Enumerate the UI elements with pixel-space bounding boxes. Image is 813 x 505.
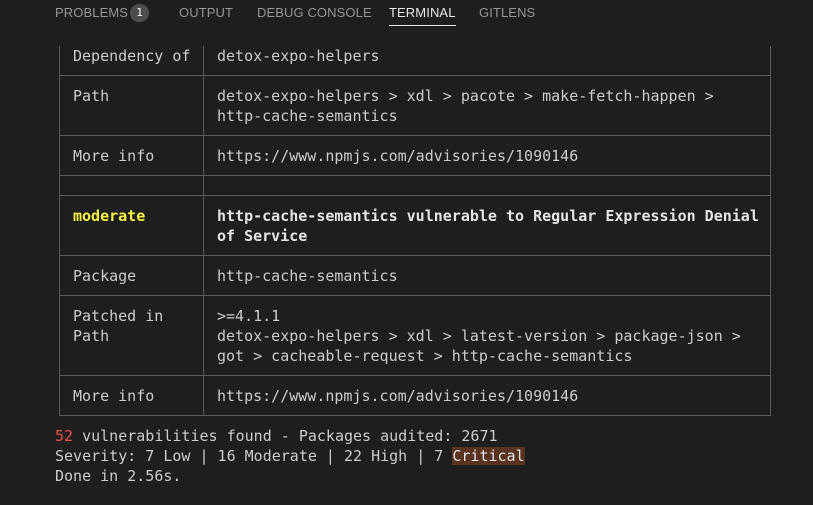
row-label: Path [73,87,110,105]
row-value: http-cache-semantics [217,267,398,285]
vulnerability-count: 52 [55,427,74,445]
row-value: detox-expo-helpers > xdl > pacote > make… [217,87,714,105]
critical-highlight: Critical [452,447,525,465]
row-label: Dependency of [73,47,191,65]
table1-right-border [770,46,771,195]
row-value: detox-expo-helpers [217,47,380,65]
row-value: >=4.1.1 [217,307,281,325]
table2-bottom-border [59,415,771,416]
table2-row-divider [59,255,771,256]
problems-count-badge: 1 [130,4,149,22]
table1-row-divider [59,75,771,76]
done-line: Done in 2.56s. [55,467,182,485]
row-label: Patched in [73,307,164,325]
tab-problems-label: PROBLEMS [55,5,129,20]
table2-column-divider [203,195,204,416]
advisory-title: http-cache-semantics vulnerable to Regul… [217,207,759,225]
tab-problems[interactable]: PROBLEMS [55,0,128,28]
row-label: Path [73,327,110,345]
tab-output[interactable]: OUTPUT [179,0,233,28]
row-value[interactable]: https://www.npmjs.com/advisories/1090146 [217,146,578,166]
table1-column-divider [203,46,204,195]
row-value: detox-expo-helpers > xdl > latest-versio… [217,327,741,345]
severity-text: Severity: 7 Low | 16 Moderate | 22 High … [55,447,453,465]
panel-tab-bar: PROBLEMS 1 OUTPUT DEBUG CONSOLE TERMINAL… [0,0,813,28]
vulnerabilities-text: vulnerabilities found - Packages audited… [73,427,498,445]
row-value-continued: got > cacheable-request > http-cache-sem… [217,347,633,365]
table2-row-divider [59,375,771,376]
active-tab-indicator [389,25,456,26]
row-label: More info [73,147,155,165]
severity-line: Severity: 7 Low | 16 Moderate | 22 High … [55,446,525,466]
table2-top-border [59,195,771,196]
table2-row-divider [59,295,771,296]
terminal-output[interactable]: Dependency of detox-expo-helpers Path de… [0,28,813,505]
advisory-title-continued: of Service [217,227,308,245]
row-label: More info [73,387,155,405]
vulnerabilities-line: 52 vulnerabilities found - Packages audi… [55,426,498,446]
row-label: Package [73,267,137,285]
tab-debug-console[interactable]: DEBUG CONSOLE [257,0,372,28]
row-value[interactable]: https://www.npmjs.com/advisories/1090146 [217,386,578,406]
table1-row-divider [59,135,771,136]
table1-left-border [59,46,60,195]
tab-terminal-label: TERMINAL [389,5,456,20]
tab-terminal[interactable]: TERMINAL [389,0,456,28]
row-value-continued: http-cache-semantics [217,107,398,125]
table2-left-border [59,195,60,416]
severity-label: moderate [73,207,146,225]
table1-bottom-border [59,175,771,176]
tab-gitlens-label: GITLENS [479,5,536,20]
tab-debug-console-label: DEBUG CONSOLE [257,5,372,20]
tab-output-label: OUTPUT [179,5,234,20]
table2-right-border [770,195,771,416]
tab-gitlens[interactable]: GITLENS [479,0,535,28]
